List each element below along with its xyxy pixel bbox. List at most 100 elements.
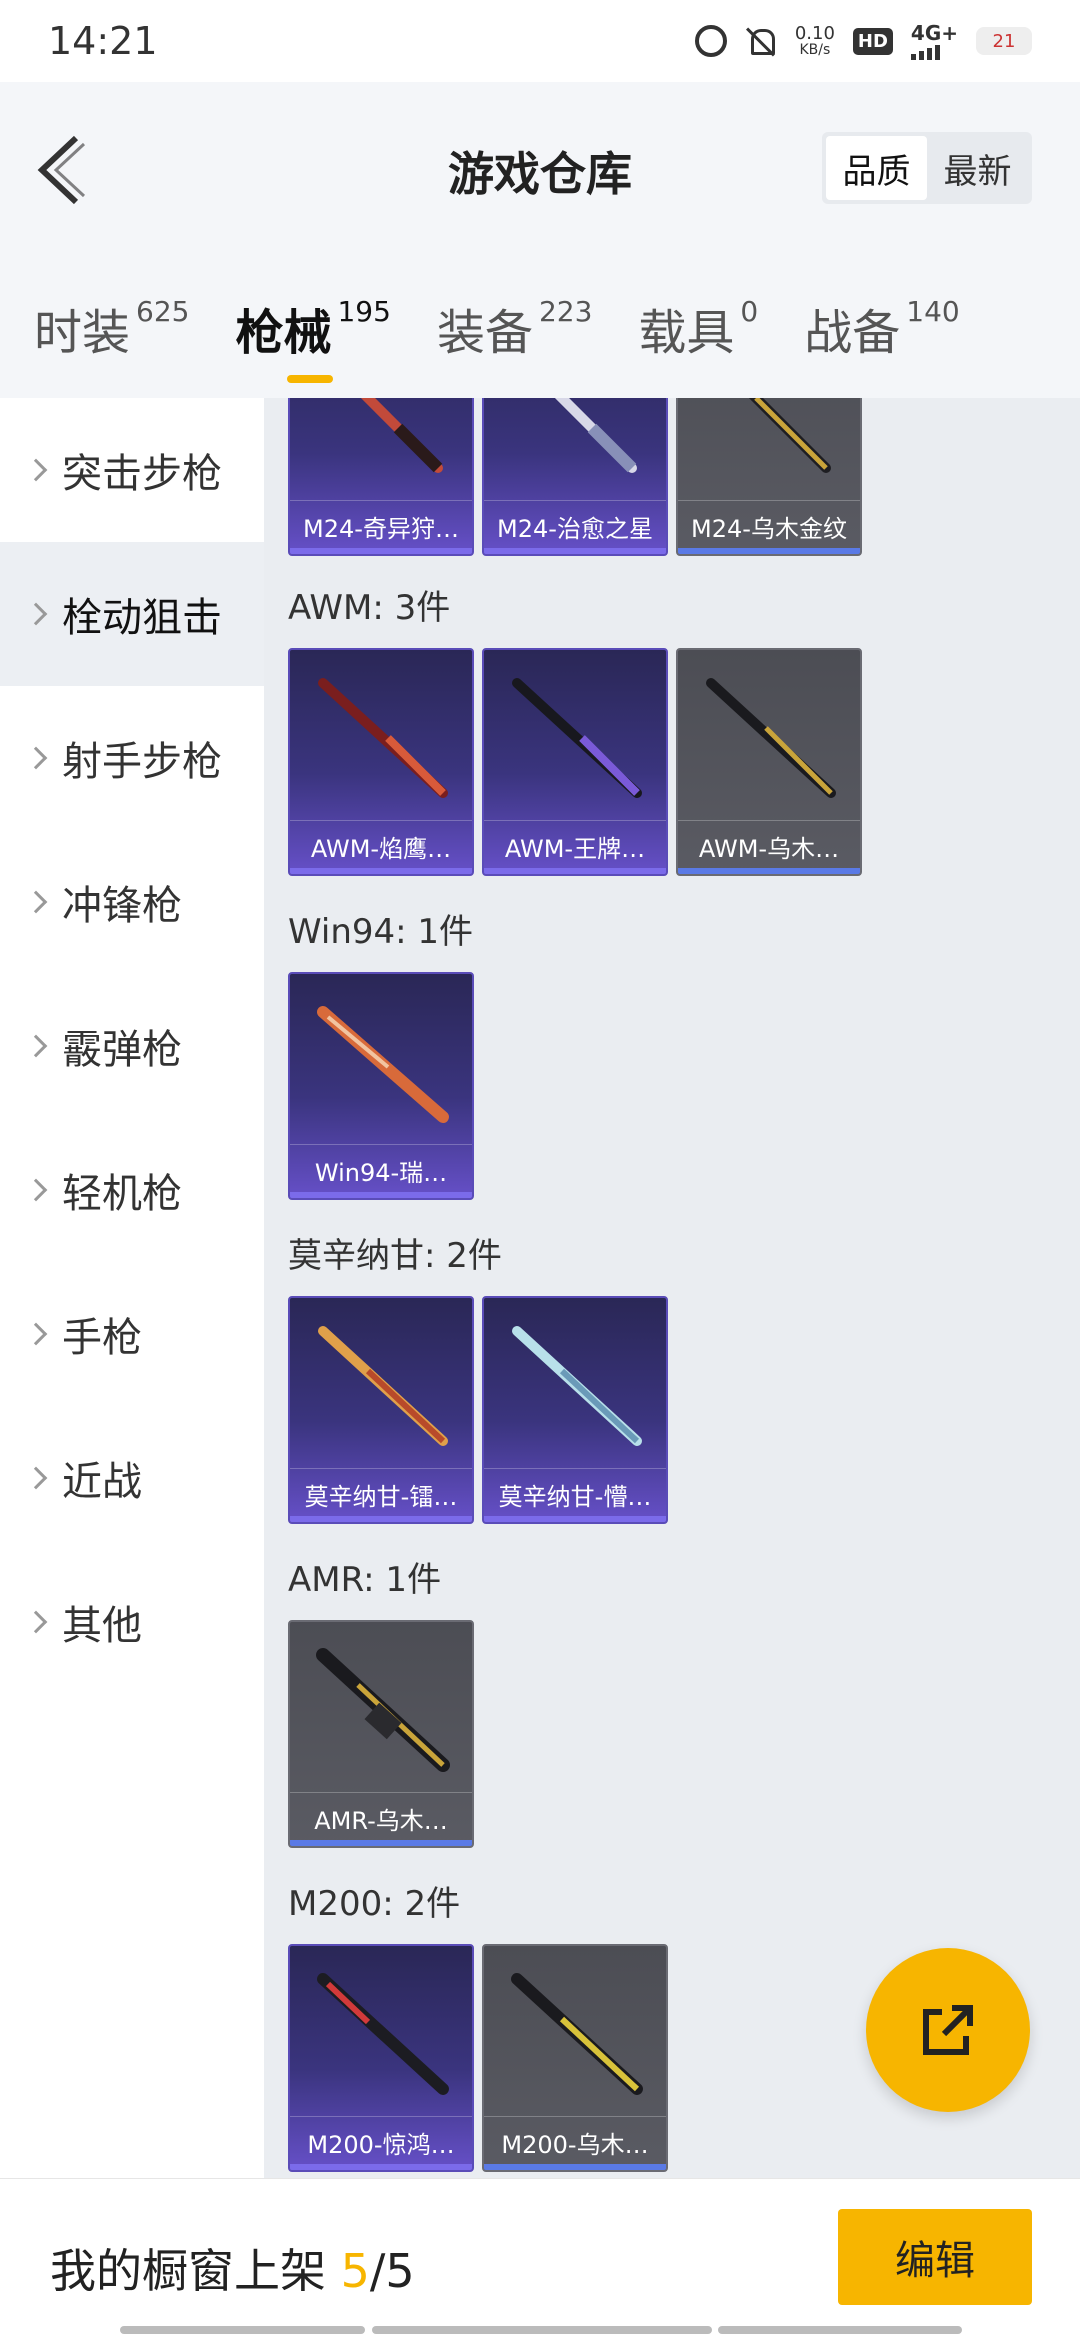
rarity-strip [290, 868, 472, 874]
sidebar-item-label: 轻机枪 [62, 1171, 182, 1217]
sidebar-item-melee[interactable]: 近战 [0, 1406, 264, 1550]
skin-name: M200-乌木… [484, 2116, 666, 2160]
sidebar-item-label: 其他 [62, 1603, 142, 1649]
tab-label: 时装 [34, 305, 131, 361]
sort-quality-button[interactable]: 品质 [826, 136, 927, 200]
sidebar-item-shotgun[interactable]: 霰弹枪 [0, 974, 264, 1118]
sidebar-item-marksman-rifle[interactable]: 射手步枪 [0, 686, 264, 830]
chevron-right-icon [24, 458, 48, 482]
skin-card[interactable]: 莫辛纳甘-镭… [288, 1296, 474, 1524]
rarity-strip [484, 1516, 666, 1522]
back-button[interactable] [30, 130, 90, 210]
sidebar-item-other[interactable]: 其他 [0, 1550, 264, 1694]
sniper-rifle-icon [360, 398, 443, 473]
sidebar-item-assault-rifle[interactable]: 突击步枪 [0, 398, 264, 542]
rarity-strip [290, 548, 472, 554]
showcase-current-count: 5 [340, 2244, 370, 2298]
chevron-right-icon [24, 1322, 48, 1346]
rarity-strip [290, 1192, 472, 1198]
group-title-amr: AMR: 1件 [288, 1560, 442, 1600]
rarity-strip [678, 548, 860, 554]
skin-card[interactable]: M200-惊鸿… [288, 1944, 474, 2172]
tab-equipment[interactable]: 装备 223 [437, 293, 592, 363]
skin-card[interactable]: M24-奇异狩… [288, 398, 474, 556]
sidebar-item-label: 冲锋枪 [62, 883, 182, 929]
skin-name: AWM-乌木… [678, 820, 860, 864]
tab-firearms[interactable]: 枪械 195 [235, 293, 391, 383]
sniper-rifle-icon [554, 398, 637, 473]
weapon-type-sidebar: 突击步枪 栓动狙击 射手步枪 冲锋枪 霰弹枪 轻机枪 手枪 近战 其他 [0, 398, 264, 2178]
group-title-awm: AWM: 3件 [288, 588, 451, 628]
bolt-rifle-icon [512, 1326, 642, 1446]
tab-count: 0 [740, 295, 759, 328]
skin-card[interactable]: M200-乌木… [482, 1944, 668, 2172]
chevron-right-icon [24, 746, 48, 770]
skin-card[interactable]: AWM-王牌… [482, 648, 668, 876]
skin-card[interactable]: AWM-焰鹰… [288, 648, 474, 876]
share-button[interactable] [866, 1948, 1030, 2112]
skin-card[interactable]: M24-乌木金纹 [676, 398, 862, 556]
anti-materiel-rifle-icon [316, 1648, 450, 1772]
hd-icon: HD [852, 27, 893, 55]
group-title-m200: M200: 2件 [288, 1884, 461, 1924]
skin-name: 莫辛纳甘-懵… [484, 1468, 666, 1512]
sidebar-item-label: 射手步枪 [62, 739, 222, 785]
skin-card[interactable]: AMR-乌木… [288, 1620, 474, 1848]
sniper-rifle-icon [706, 678, 836, 798]
sniper-rifle-icon [512, 678, 642, 798]
tab-count: 140 [906, 295, 960, 328]
sidebar-item-label: 近战 [62, 1459, 142, 1505]
sidebar-item-lmg[interactable]: 轻机枪 [0, 1118, 264, 1262]
group-title-win94: Win94: 1件 [288, 912, 474, 952]
network-type: 4G+ [910, 20, 958, 45]
battery-level: 21 [992, 30, 1016, 52]
nav-indicator [120, 2326, 365, 2334]
chevron-right-icon [24, 1178, 48, 1202]
network-speed: 0.10 KB/s [795, 25, 835, 58]
skin-grid: M24-奇异狩… M24-治愈之星 M24-乌木金纹 AWM: 3件 AWM-焰… [264, 398, 1080, 2178]
tab-fashion[interactable]: 时装 625 [34, 293, 189, 363]
category-tabs: 时装 625 枪械 195 装备 223 载具 0 战备 140 [0, 258, 1080, 398]
rarity-strip [290, 2164, 472, 2170]
group-title-mosin: 莫辛纳甘: 2件 [288, 1236, 502, 1276]
sort-toggle: 品质 最新 [822, 132, 1032, 204]
skin-name: AWM-焰鹰… [290, 820, 472, 864]
status-icons: 0.10 KB/s HD 4G+ 21 [694, 20, 1032, 60]
skin-card[interactable]: 莫辛纳甘-懵… [482, 1296, 668, 1524]
skin-card[interactable]: M24-治愈之星 [482, 398, 668, 556]
tab-combat-gear[interactable]: 战备 140 [804, 293, 959, 363]
skin-card[interactable]: Win94-瑞… [288, 972, 474, 1200]
sidebar-item-bolt-sniper[interactable]: 栓动狙击 [0, 542, 264, 686]
chevron-right-icon [24, 602, 48, 626]
rarity-strip [484, 868, 666, 874]
tab-count: 223 [538, 295, 593, 328]
tab-active-indicator [287, 375, 334, 383]
sort-newest-button[interactable]: 最新 [927, 136, 1028, 200]
sidebar-item-label: 突击步枪 [62, 451, 222, 497]
skin-name: 莫辛纳甘-镭… [290, 1468, 472, 1512]
bottom-bar: 我的橱窗上架 5/5 编辑 [0, 2178, 1080, 2340]
sniper-rifle-icon [317, 1973, 449, 2095]
rarity-strip [290, 1516, 472, 1522]
tab-vehicles[interactable]: 载具 0 [638, 293, 758, 363]
edit-button[interactable]: 编辑 [838, 2209, 1032, 2305]
skin-card[interactable]: AWM-乌木… [676, 648, 862, 876]
tab-count: 625 [136, 295, 190, 328]
skin-name: AWM-王牌… [484, 820, 666, 864]
status-bar: 14:21 0.10 KB/s HD 4G+ 21 [0, 0, 1080, 82]
lever-rifle-icon [317, 1006, 449, 1123]
skin-name: Win94-瑞… [290, 1144, 472, 1188]
rarity-strip [290, 1840, 472, 1846]
tab-label: 装备 [436, 305, 533, 361]
skin-name: M200-惊鸿… [290, 2116, 472, 2160]
showcase-total-count: /5 [369, 2244, 415, 2298]
sidebar-item-smg[interactable]: 冲锋枪 [0, 830, 264, 974]
skin-name: M24-乌木金纹 [678, 500, 860, 544]
mute-icon [745, 25, 777, 57]
back-arrow-icon [37, 135, 86, 205]
tab-label: 战备 [804, 305, 901, 361]
sidebar-item-label: 霰弹枪 [62, 1027, 182, 1073]
sidebar-item-pistol[interactable]: 手枪 [0, 1262, 264, 1406]
sniper-rifle-icon [748, 398, 831, 473]
alarm-icon [694, 25, 727, 57]
